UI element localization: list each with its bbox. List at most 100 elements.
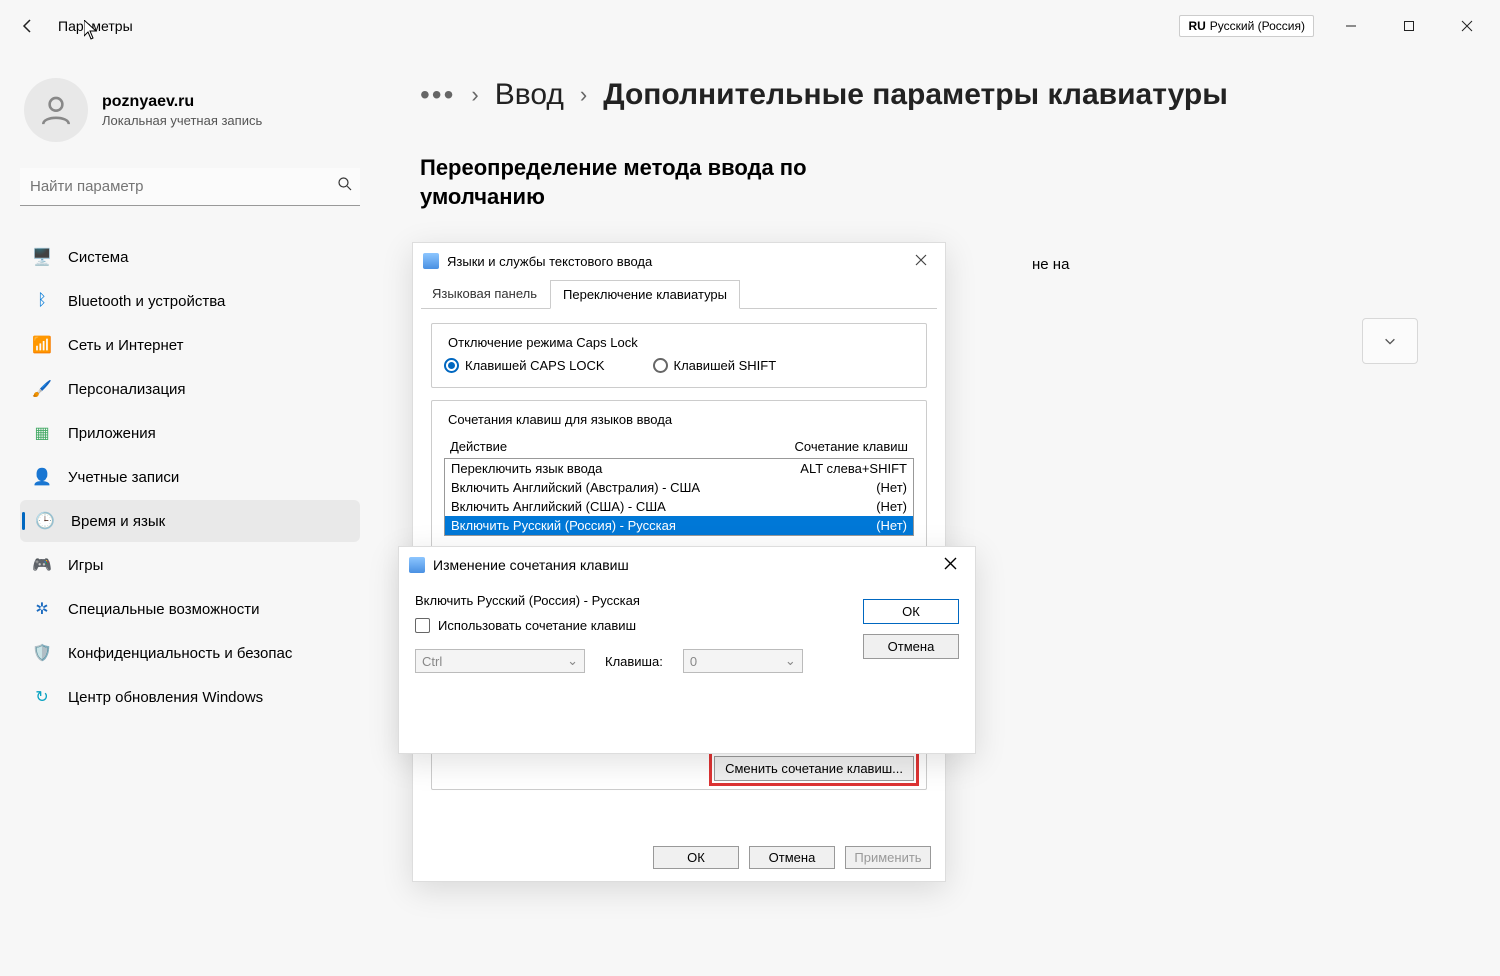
modifier-combo[interactable]: Ctrl ⌄: [415, 649, 585, 673]
dialog-title: Языки и службы текстового ввода: [447, 254, 652, 269]
sidebar-item-label: Специальные возможности: [68, 601, 260, 618]
combo-cell: ALT слева+SHIFT: [800, 461, 907, 476]
action-cell: Включить Английский (Австралия) - США: [451, 480, 876, 495]
sidebar-item[interactable]: 🎮Игры: [20, 544, 360, 586]
lang-name: Русский (Россия): [1210, 19, 1305, 33]
main: ••• › Ввод › Дополнительные параметры кл…: [420, 78, 1500, 211]
chevron-down-icon: ⌄: [567, 653, 578, 669]
ok-button[interactable]: ОК: [653, 846, 739, 869]
list-item[interactable]: Включить Английский (США) - США(Нет): [445, 497, 913, 516]
dialog-icon: [409, 557, 425, 573]
checkbox-icon: [415, 618, 430, 633]
combo-cell: (Нет): [876, 518, 907, 533]
search-box[interactable]: [20, 168, 360, 206]
dialog-subtitle: Включить Русский (Россия) - Русская: [415, 593, 863, 608]
cancel-button[interactable]: Отмена: [863, 634, 959, 659]
breadcrumb: ••• › Ввод › Дополнительные параметры кл…: [420, 78, 1500, 112]
radio-icon: [653, 358, 668, 373]
ok-button[interactable]: ОК: [863, 599, 959, 624]
lang-code: RU: [1188, 19, 1205, 33]
sidebar-item-label: Персонализация: [68, 381, 186, 398]
radio-icon: [444, 358, 459, 373]
sidebar-item[interactable]: ▦Приложения: [20, 412, 360, 454]
tab-keyboard-switch[interactable]: Переключение клавиатуры: [550, 280, 740, 309]
use-hotkey-checkbox[interactable]: Использовать сочетание клавиш: [415, 618, 863, 633]
language-indicator[interactable]: RU Русский (Россия): [1179, 15, 1314, 37]
col-action: Действие: [450, 439, 795, 454]
hotkeys-legend: Сочетания клавиш для языков ввода: [444, 412, 676, 427]
key-label: Клавиша:: [605, 654, 663, 669]
cancel-button[interactable]: Отмена: [749, 846, 835, 869]
user-block[interactable]: poznyaev.ru Локальная учетная запись: [20, 78, 360, 142]
nav-icon: 🖌️: [32, 379, 52, 399]
nav-icon: 📶: [32, 335, 52, 355]
sidebar-item[interactable]: 🖌️ Персонализация: [20, 368, 360, 410]
list-header: Действие Сочетание клавиш: [444, 435, 914, 458]
list-item[interactable]: Включить Русский (Россия) - Русская(Нет): [445, 516, 913, 535]
search-input[interactable]: [26, 174, 336, 199]
tabs: Языковая панель Переключение клавиатуры: [413, 279, 945, 308]
action-cell: Переключить язык ввода: [451, 461, 800, 476]
combo-cell: (Нет): [876, 480, 907, 495]
sidebar-item[interactable]: 📶 Сеть и Интернет: [20, 324, 360, 366]
checkbox-label: Использовать сочетание клавиш: [438, 618, 636, 633]
sidebar-item[interactable]: ᛒBluetooth и устройства: [20, 280, 360, 322]
list-item[interactable]: Переключить язык вводаALT слева+SHIFT: [445, 459, 913, 478]
sidebar-item-label: Центр обновления Windows: [68, 689, 263, 706]
close-icon[interactable]: [936, 553, 965, 577]
dialog-title: Изменение сочетания клавиш: [433, 557, 629, 573]
sidebar-item-label: Учетные записи: [68, 469, 179, 486]
apply-button[interactable]: Применить: [845, 846, 931, 869]
change-hotkey-button[interactable]: Сменить сочетание клавиш...: [714, 756, 914, 781]
radio-label: Клавишей CAPS LOCK: [465, 358, 605, 373]
radio-capslock[interactable]: Клавишей CAPS LOCK: [444, 358, 605, 373]
sidebar-item[interactable]: ↻Центр обновления Windows: [20, 676, 360, 718]
nav-icon: ✲: [32, 599, 52, 619]
nav-icon: 🖥️: [32, 247, 52, 267]
breadcrumb-current: Дополнительные параметры клавиатуры: [603, 78, 1228, 112]
user-subtitle: Локальная учетная запись: [102, 113, 262, 128]
sidebar: poznyaev.ru Локальная учетная запись 🖥️ С…: [20, 78, 360, 718]
radio-label: Клавишей SHIFT: [674, 358, 777, 373]
close-icon[interactable]: [907, 249, 935, 273]
dialog-change-hotkey: Изменение сочетания клавиш Включить Русс…: [398, 546, 976, 754]
breadcrumb-link[interactable]: Ввод: [495, 78, 564, 112]
sidebar-item[interactable]: 🖥️ Система: [20, 236, 360, 278]
sidebar-item-label: Bluetooth и устройства: [68, 293, 225, 310]
combo-value: 0: [690, 654, 697, 669]
chevron-right-icon: ›: [580, 82, 587, 108]
key-combo[interactable]: 0 ⌄: [683, 649, 803, 673]
nav: 🖥️ Система ᛒBluetooth и устройства 📶 Сеть и …: [20, 236, 360, 718]
list-item[interactable]: Включить Английский (Австралия) - США(Не…: [445, 478, 913, 497]
close-button[interactable]: [1438, 10, 1496, 42]
dialog-titlebar[interactable]: Языки и службы текстового ввода: [413, 243, 945, 279]
sidebar-item[interactable]: ✲ Специальные возможности: [20, 588, 360, 630]
sidebar-item-label: Игры: [68, 557, 103, 574]
radio-shift[interactable]: Клавишей SHIFT: [653, 358, 777, 373]
dialog-icon: [423, 253, 439, 269]
sidebar-item[interactable]: 👤Учетные записи: [20, 456, 360, 498]
tab-language-bar[interactable]: Языковая панель: [419, 279, 550, 308]
app-title: Параметры: [58, 18, 133, 34]
section-heading: Переопределение метода ввода по умолчани…: [420, 154, 900, 211]
sidebar-item-label: Система: [68, 249, 128, 266]
dialog-footer: ОК Отмена Применить: [413, 834, 945, 881]
dialog-titlebar[interactable]: Изменение сочетания клавиш: [399, 547, 975, 583]
action-cell: Включить Английский (США) - США: [451, 499, 876, 514]
hotkey-list[interactable]: Переключить язык вводаALT слева+SHIFTВкл…: [444, 458, 914, 536]
sidebar-item[interactable]: 🕒Время и язык: [20, 500, 360, 542]
sidebar-item-label: Сеть и Интернет: [68, 337, 184, 354]
minimize-button[interactable]: [1322, 10, 1380, 42]
back-button[interactable]: [4, 2, 52, 50]
chevron-down-icon: ⌄: [785, 653, 796, 669]
dropdown-collapsed[interactable]: [1362, 318, 1418, 364]
sidebar-item[interactable]: 🛡️Конфиденциальность и безопас: [20, 632, 360, 674]
capslock-legend: Отключение режима Caps Lock: [444, 335, 642, 350]
nav-icon: 🛡️: [32, 643, 52, 663]
nav-icon: ▦: [32, 423, 52, 443]
titlebar: Параметры RU Русский (Россия): [0, 0, 1500, 52]
chevron-right-icon: ›: [471, 82, 478, 108]
maximize-button[interactable]: [1380, 10, 1438, 42]
breadcrumb-more[interactable]: •••: [420, 79, 455, 111]
user-name: poznyaev.ru: [102, 93, 262, 111]
